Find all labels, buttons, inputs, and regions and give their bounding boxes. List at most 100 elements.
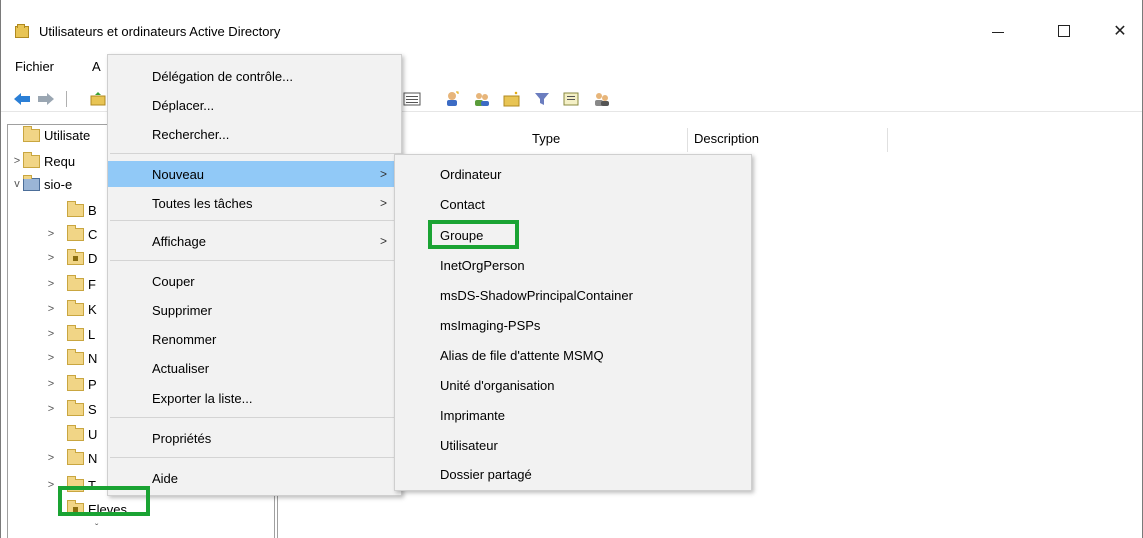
context-menu-item-label: Rechercher... xyxy=(152,126,230,142)
chevron-right-icon: > xyxy=(379,167,387,181)
submenu-item[interactable]: msDS-ShadowPrincipalContainer xyxy=(395,281,751,309)
column-header-description[interactable]: Description xyxy=(688,128,888,152)
tree-item-label: Requ xyxy=(44,153,76,169)
menu-action[interactable]: A xyxy=(92,59,101,74)
submenu-item[interactable]: Imprimante xyxy=(395,401,751,429)
submenu-item[interactable]: Ordinateur xyxy=(395,160,751,188)
context-menu-item[interactable]: Propriétés xyxy=(108,425,401,451)
minimize-icon xyxy=(992,31,1004,33)
tree-item-label: P xyxy=(88,376,97,392)
chevron-down-icon: ˇ xyxy=(95,523,99,534)
submenu-item-label: Unité d'organisation xyxy=(440,377,555,393)
tree-item[interactable]: > T xyxy=(45,473,96,497)
tree-item[interactable]: B xyxy=(45,198,97,222)
find-icon[interactable] xyxy=(563,91,581,107)
tree-item[interactable]: > C xyxy=(45,222,97,246)
folder-icon xyxy=(67,424,84,441)
close-button[interactable]: ✕ xyxy=(1097,14,1143,48)
chevron-right-icon[interactable]: > xyxy=(45,479,57,491)
tree-item-label: F xyxy=(88,276,96,292)
chevron-right-icon[interactable]: > xyxy=(45,303,57,315)
submenu-item[interactable]: Utilisateur xyxy=(395,431,751,459)
tree-item[interactable]: > Requ xyxy=(11,149,75,173)
chevron-right-icon[interactable]: > xyxy=(11,155,23,167)
tree-item[interactable]: U xyxy=(45,422,97,446)
chevron-down-icon[interactable]: v xyxy=(11,178,23,190)
tree-item-label: N xyxy=(88,450,98,466)
context-menu-item-label: Propriétés xyxy=(152,430,212,446)
add-user-icon[interactable] xyxy=(443,91,461,107)
tree-item-label: sio-e xyxy=(44,176,73,192)
context-menu-item[interactable]: Renommer xyxy=(108,326,401,352)
folder-icon xyxy=(67,324,84,341)
tree-item-eleves[interactable]: Eleves xyxy=(45,497,127,521)
minimize-button[interactable] xyxy=(975,14,1021,48)
submenu-item-label: Contact xyxy=(440,196,485,212)
app-window: Utilisateurs et ordinateurs Active Direc… xyxy=(0,0,1143,538)
back-arrow-icon[interactable] xyxy=(13,91,31,107)
chevron-right-icon[interactable]: > xyxy=(45,252,57,264)
folder-icon xyxy=(23,125,40,142)
context-menu-item[interactable]: Toutes les tâches > xyxy=(108,190,401,216)
tree-item[interactable]: > F xyxy=(45,272,96,296)
toolbar-separator xyxy=(61,91,71,107)
context-menu-item-label: Affichage xyxy=(152,233,206,249)
details-view-icon[interactable] xyxy=(403,91,421,107)
context-menu-item[interactable]: Aide xyxy=(108,465,401,491)
submenu-item[interactable]: Groupe xyxy=(395,221,751,249)
column-header-type[interactable]: Type xyxy=(526,128,688,152)
menu-file[interactable]: Fichier xyxy=(15,59,54,74)
tree-item[interactable]: > N xyxy=(45,346,97,370)
tree-item-label: Eleves xyxy=(88,501,128,517)
tree-item[interactable]: > N xyxy=(45,446,97,470)
up-folder-icon[interactable] xyxy=(89,91,107,107)
context-menu-item-label: Supprimer xyxy=(152,302,212,318)
context-menu-item[interactable]: Actualiser xyxy=(108,355,401,381)
tree-item-label: K xyxy=(88,301,97,317)
chevron-right-icon[interactable]: > xyxy=(45,378,57,390)
context-menu-item[interactable]: Affichage > xyxy=(108,228,401,254)
tree-item[interactable]: Utilisate xyxy=(11,123,90,147)
close-icon: ✕ xyxy=(1113,23,1127,40)
tree-item-label: C xyxy=(88,226,98,242)
context-menu-item[interactable]: Rechercher... xyxy=(108,121,401,147)
context-menu-item[interactable]: Couper xyxy=(108,268,401,294)
submenu-item[interactable]: InetOrgPerson xyxy=(395,251,751,279)
context-menu-item[interactable]: Déplacer... xyxy=(108,92,401,118)
submenu-item[interactable]: Contact xyxy=(395,190,751,218)
chevron-right-icon[interactable]: > xyxy=(45,403,57,415)
context-menu-item[interactable]: Délégation de contrôle... xyxy=(108,63,401,89)
tree-item-label: D xyxy=(88,250,98,266)
chevron-right-icon[interactable]: > xyxy=(45,278,57,290)
submenu-item[interactable]: Dossier partagé xyxy=(395,460,751,488)
tree-item[interactable]: v sio-e xyxy=(11,172,72,196)
context-menu-item-label: Toutes les tâches xyxy=(152,195,253,211)
chevron-right-icon[interactable]: > xyxy=(45,352,57,364)
filter-icon[interactable] xyxy=(533,91,551,107)
tree-item[interactable]: > P xyxy=(45,372,97,396)
tree-item[interactable]: > S xyxy=(45,397,97,421)
tree-item[interactable]: > L xyxy=(45,322,95,346)
context-menu-item-label: Couper xyxy=(152,273,195,289)
tree-item[interactable]: > D xyxy=(45,246,97,270)
chevron-right-icon[interactable]: > xyxy=(45,452,57,464)
tree-item[interactable]: > K xyxy=(45,297,97,321)
context-menu-item[interactable]: Nouveau > xyxy=(108,161,401,187)
submenu-item[interactable]: Unité d'organisation xyxy=(395,371,751,399)
add-group-icon[interactable] xyxy=(473,91,491,107)
delegate-icon[interactable] xyxy=(593,91,611,107)
new-ou-icon[interactable] xyxy=(503,91,521,107)
submenu-item[interactable]: msImaging-PSPs xyxy=(395,311,751,339)
folder-icon xyxy=(23,151,40,168)
context-menu-item[interactable]: Supprimer xyxy=(108,297,401,323)
chevron-right-icon[interactable]: > xyxy=(45,228,57,240)
menu-separator xyxy=(110,260,401,261)
submenu-item-label: Imprimante xyxy=(440,407,506,423)
submenu-item[interactable]: Alias de file d'attente MSMQ xyxy=(395,341,751,369)
folder-icon xyxy=(67,399,84,416)
forward-arrow-icon[interactable] xyxy=(37,91,55,107)
chevron-right-icon: > xyxy=(379,196,387,210)
context-menu-item[interactable]: Exporter la liste... xyxy=(108,385,401,411)
chevron-right-icon[interactable]: > xyxy=(45,328,57,340)
maximize-button[interactable] xyxy=(1041,14,1087,48)
